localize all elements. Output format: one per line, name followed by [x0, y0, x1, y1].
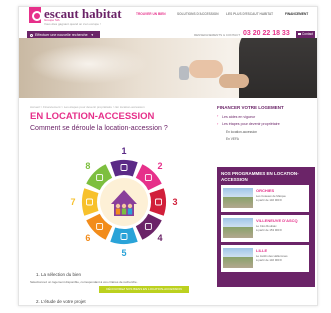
family-person-body — [127, 208, 133, 215]
step-number: 4 — [158, 233, 163, 243]
program-photo — [223, 248, 253, 268]
step-number: 5 — [121, 248, 126, 258]
sidebar-sublink-location[interactable]: En location-accession — [217, 128, 315, 136]
program-desc: Les Coteaux de Marque à partir de 146 900… — [256, 194, 286, 202]
step-number: 7 — [70, 197, 75, 207]
steps-wheel: 1 2 3 4 5 6 7 8 — [70, 146, 177, 258]
sidebar-link-aides[interactable]: Les aides en vigueur — [217, 113, 315, 121]
step-number: 2 — [158, 161, 163, 171]
phone-number[interactable]: 03 20 22 18 33 — [243, 30, 290, 37]
breadcrumb[interactable]: Accueil > Financement > Les étapes pour … — [30, 105, 145, 109]
contact-button[interactable]: Contact — [296, 31, 315, 38]
program-photo — [223, 188, 253, 208]
discover-properties-button[interactable]: DÉCOUVREZ NOS BIENS EN LOCATION-ACCESSIO… — [99, 286, 189, 293]
program-photo — [223, 218, 253, 238]
wheel-segment[interactable] — [82, 188, 99, 216]
new-search-label: Effectuer une nouvelle recherche — [35, 33, 88, 37]
programs-box: NOS PROGRAMMES EN LOCATION-ACCESSION ORC… — [217, 167, 315, 287]
family-person-icon — [115, 203, 121, 209]
contact-label: Contact — [302, 32, 313, 36]
sidebar-heading: FINANCER VOTRE LOGEMENT — [217, 105, 284, 110]
step-number: 1 — [121, 146, 126, 156]
keys-icon — [179, 66, 189, 80]
phone-label: RENSEIGNEMENTS & CONTACT — [194, 33, 241, 37]
step-number: 3 — [172, 197, 177, 207]
nav-item-financement[interactable]: FINANCEMENT — [285, 12, 308, 16]
program-name: VILLENEUVE D'ASCQ — [256, 218, 298, 223]
family-person-body — [121, 208, 127, 215]
hero-image — [19, 38, 317, 98]
chevron-down-icon: ▼ — [90, 33, 94, 37]
logo-slogan: Vous êtes gagnant quand on s'en occupe ! — [44, 22, 101, 26]
program-card[interactable]: LILLE Le Jardin des Héllemmes à partir de… — [221, 245, 309, 272]
mail-icon — [298, 33, 301, 35]
nav-item-solutions[interactable]: SOLUTIONS D'ACCESSION — [177, 12, 219, 16]
sidebar-link-etapes[interactable]: Les étapes pour devenir propriétaire — [217, 121, 315, 129]
logo-icon[interactable] — [29, 7, 42, 23]
program-desc: Le Clos Roubaix à partir de 153 900 € — [256, 224, 282, 232]
step1-title: 1. La sélection du bien — [36, 272, 82, 277]
step-number: 8 — [85, 161, 90, 171]
sidebar-sublink-vefa[interactable]: En VEFA — [217, 136, 315, 144]
sidebar: FINANCER VOTRE LOGEMENT Les aides en vig… — [217, 105, 315, 143]
program-card[interactable]: ORCHIES Les Coteaux de Marque à partir de… — [221, 185, 309, 212]
family-person-icon — [121, 203, 127, 209]
program-name: LILLE — [256, 248, 268, 253]
nav-item-plus[interactable]: LES PLUS D'ESCAUT HABITAT — [226, 12, 273, 16]
page-card: escaut habitat Groupe SIA Vous êtes gagn… — [18, 6, 318, 306]
family-person-icon — [127, 203, 133, 209]
program-name: ORCHIES — [256, 188, 275, 193]
programs-heading: NOS PROGRAMMES EN LOCATION-ACCESSION — [221, 171, 299, 182]
nav-item-trouver[interactable]: TROUVER UN BIEN — [136, 12, 166, 16]
wheel-segment[interactable] — [149, 188, 166, 216]
site-header: escaut habitat Groupe SIA Vous êtes gagn… — [19, 7, 317, 28]
wheel-segment[interactable] — [110, 227, 138, 244]
page-title: EN LOCATION-ACCESSION — [30, 111, 155, 122]
program-card[interactable]: VILLENEUVE D'ASCQ Le Clos Roubaix à parti… — [221, 215, 309, 242]
program-desc: Le Jardin des Héllemmes à partir de 146 9… — [256, 254, 288, 262]
page-subtitle: Comment se déroule la location-accession… — [30, 125, 168, 132]
wheel-segment[interactable] — [110, 160, 138, 177]
step2-title: 2. L'étude de votre projet — [36, 299, 86, 304]
search-icon — [30, 33, 33, 37]
step1-text: Sélectionnez un logement disponible, cor… — [30, 280, 138, 284]
family-person-body — [115, 208, 121, 215]
step-number: 6 — [85, 233, 90, 243]
